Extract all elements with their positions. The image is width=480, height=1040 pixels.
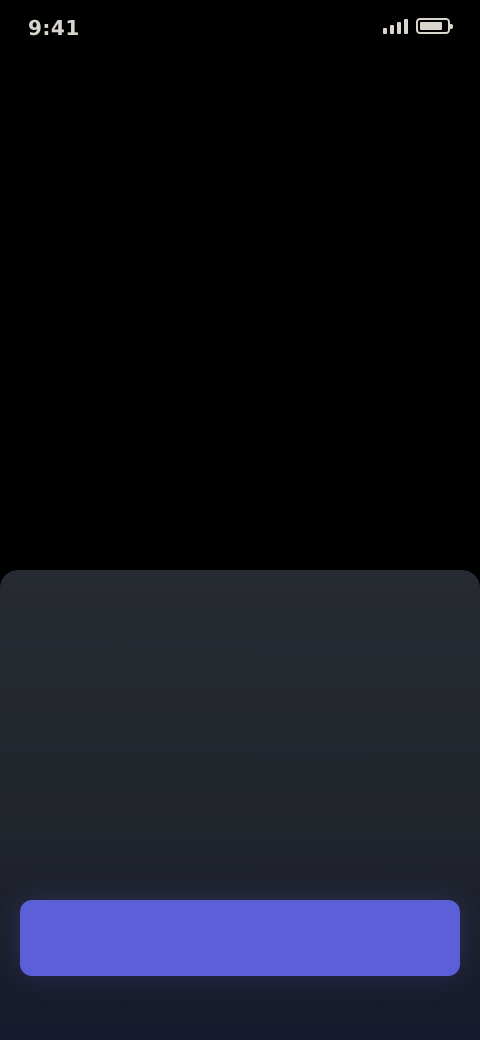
option-2[interactable] [226, 720, 254, 750]
hero [0, 250, 480, 276]
bottom-sheet [0, 570, 480, 1040]
status-icons [383, 18, 453, 34]
battery-icon [416, 18, 453, 34]
option-row [24, 720, 456, 750]
status-bar: 9:41 [0, 0, 480, 64]
signal-icon [383, 18, 408, 34]
primary-button[interactable] [20, 900, 460, 976]
battery-level [420, 22, 443, 30]
option-1[interactable] [24, 720, 52, 750]
status-time: 9:41 [28, 16, 80, 40]
option-3[interactable] [428, 720, 456, 750]
